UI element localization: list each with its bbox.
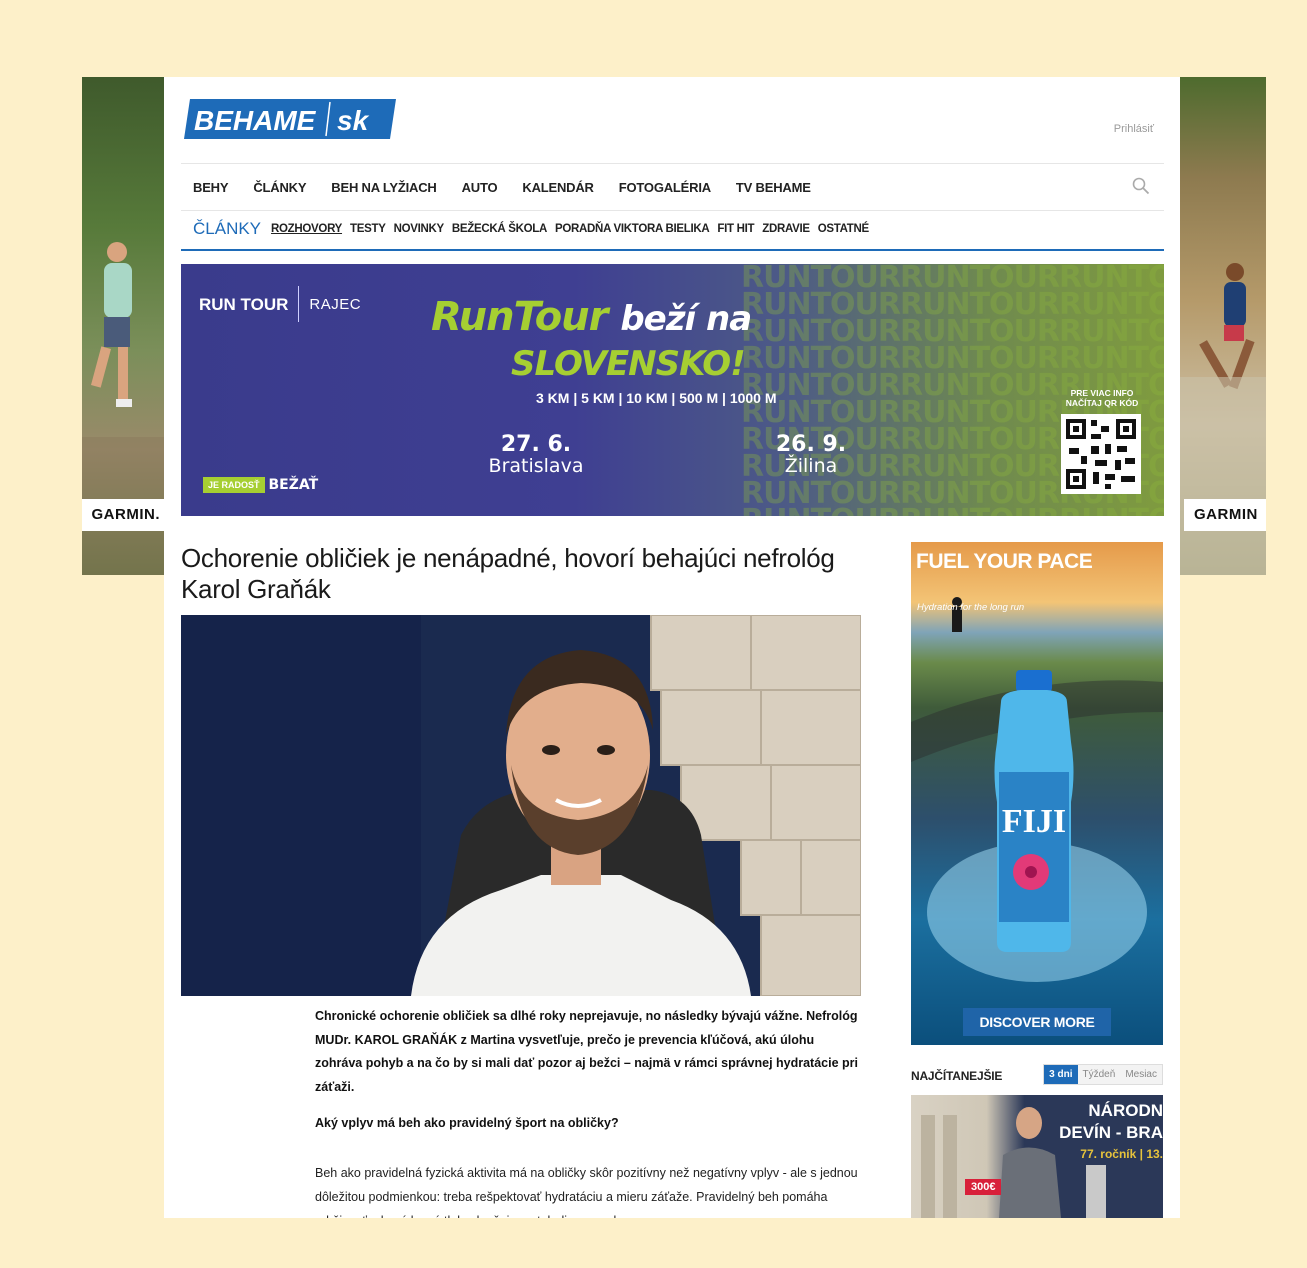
logo-text: BEHAME xyxy=(194,105,317,136)
banner-headline-line2: SLOVENSKO! xyxy=(511,344,746,384)
article-title: Ochorenie obličiek je nenápadné, hovorí … xyxy=(181,543,835,604)
subnav-item-bezecka-skola[interactable]: BEŽECKÁ ŠKOLA xyxy=(452,223,547,235)
most-read-title: NAJČÍTANEJŠIE xyxy=(911,1069,1003,1083)
tab-tyzden[interactable]: Týždeň xyxy=(1077,1065,1121,1084)
nav-item-clanky[interactable]: ČLÁNKY xyxy=(253,180,306,195)
thumb-line-1: NÁRODN xyxy=(1088,1101,1163,1120)
thumb-prize-tag: 300€ xyxy=(965,1179,1002,1195)
slogan-word: BEŽAŤ xyxy=(268,477,319,493)
most-read-header: NAJČÍTANEJŠIE 3 dni Týždeň Mesiac xyxy=(911,1064,1163,1086)
banner-event-1: 27. 6. Bratislava xyxy=(456,432,616,477)
slogan-tag: JE RADOSŤ xyxy=(203,477,265,493)
search-icon[interactable] xyxy=(1132,177,1150,195)
event-city: Bratislava xyxy=(488,455,584,477)
login-link[interactable]: Prihlásiť xyxy=(1114,123,1154,135)
logo-divider xyxy=(298,286,300,322)
article-hero-photo xyxy=(181,615,861,996)
banner-headline-green: RunTour xyxy=(431,294,608,340)
qr-info-text: PRE VIAC INFO NAČÍTAJ QR KÓD xyxy=(1065,388,1139,408)
subnav-item-novinky[interactable]: NOVINKY xyxy=(394,223,445,235)
subnav-item-rozhovory[interactable]: ROZHOVORY xyxy=(271,223,342,235)
fiji-bottle-illustration: FIJI xyxy=(911,597,1163,982)
nav-item-behy[interactable]: BEHY xyxy=(193,180,229,195)
right-skin-ad[interactable]: GARMIN xyxy=(1180,77,1266,575)
fiji-sidebar-ad[interactable]: FIJI FUEL YOUR PACE Hydration for the lo… xyxy=(911,542,1163,1045)
main-navigation: BEHY ČLÁNKY BEH NA LYŽIACH AUTO KALENDÁR… xyxy=(181,163,1164,211)
banner-headline: RunTour beží na xyxy=(431,294,752,340)
site-container: BEHAME sk Prihlásiť BEHY ČLÁNKY BEH NA L… xyxy=(164,77,1180,1218)
ad-subline: Hydration for the long run xyxy=(917,602,1025,613)
fiji-brand-text: FIJI xyxy=(1002,803,1066,840)
article-question: Aký vplyv má beh ako pravidelný šport na… xyxy=(315,1116,619,1130)
garmin-logo-left: GARMIN. xyxy=(82,499,164,531)
banner-distances: 3 KM | 5 KM | 10 KM | 500 M | 1000 M xyxy=(536,390,777,406)
event-city: Žilina xyxy=(784,455,838,477)
logo-suffix: sk xyxy=(337,105,370,136)
banner-headline-white: beží na xyxy=(620,299,752,339)
banner-slogan: JE RADOSŤ BEŽAŤ xyxy=(203,477,318,493)
runtour-logo: RUN TOUR xyxy=(199,294,289,314)
ad-headline: FUEL YOUR PACE xyxy=(916,550,1093,573)
discover-more-button[interactable]: DISCOVER MORE xyxy=(963,1008,1111,1036)
left-skin-ad[interactable]: GARMIN. xyxy=(82,77,164,575)
article-body: Beh ako pravidelná fyzická aktivita má n… xyxy=(315,1166,858,1218)
subnav-item-zdravie[interactable]: ZDRAVIE xyxy=(762,223,810,235)
qr-code-icon[interactable] xyxy=(1061,414,1141,494)
event-date: 26. 9. xyxy=(775,432,847,457)
subnav-item-testy[interactable]: TESTY xyxy=(350,223,386,235)
tab-mesiac[interactable]: Mesiac xyxy=(1120,1065,1162,1084)
nav-item-tv-behame[interactable]: TV BEHAME xyxy=(736,180,811,195)
nav-item-beh-na-lyziach[interactable]: BEH NA LYŽIACH xyxy=(331,180,437,195)
subnav-item-ostatne[interactable]: OSTATNÉ xyxy=(818,223,869,235)
runtour-banner-ad[interactable]: RUNTOURRUNTOURRUNTOURRUNTOUR RUNTOURRUNT… xyxy=(181,264,1164,516)
banner-event-2: 26. 9. Žilina xyxy=(741,432,881,477)
subnav-item-poradna[interactable]: PORADŇA VIKTORA BIELIKA xyxy=(555,223,710,235)
most-read-article-thumbnail[interactable]: NÁRODN DEVÍN - BRA 77. ročník | 13. 300€ xyxy=(911,1095,1163,1218)
garmin-logo-right: GARMIN xyxy=(1184,499,1266,531)
section-title[interactable]: ČLÁNKY xyxy=(193,219,261,239)
event-date: 27. 6. xyxy=(500,432,572,457)
rajec-logo: RAJEC xyxy=(309,295,362,313)
section-subnavigation: ČLÁNKY ROZHOVORY TESTY NOVINKY BEŽECKÁ Š… xyxy=(181,209,1164,251)
most-read-tabs: 3 dni Týždeň Mesiac xyxy=(1043,1064,1163,1085)
nav-item-kalendar[interactable]: KALENDÁR xyxy=(522,180,594,195)
banner-sponsor-logos: RUN TOUR RAJEC xyxy=(199,286,361,322)
nav-item-fotogaleria[interactable]: FOTOGALÉRIA xyxy=(619,180,711,195)
thumb-line-3: 77. ročník | 13. xyxy=(1080,1147,1163,1161)
article-lead: Chronické ochorenie obličiek sa dlhé rok… xyxy=(315,1009,858,1094)
thumb-line-2: DEVÍN - BRA xyxy=(1059,1123,1163,1142)
tab-3-dni[interactable]: 3 dni xyxy=(1044,1065,1078,1084)
behame-logo[interactable]: BEHAME sk xyxy=(184,99,396,139)
nav-item-auto[interactable]: AUTO xyxy=(462,180,498,195)
subnav-item-fit-hit[interactable]: FIT HIT xyxy=(717,223,754,235)
